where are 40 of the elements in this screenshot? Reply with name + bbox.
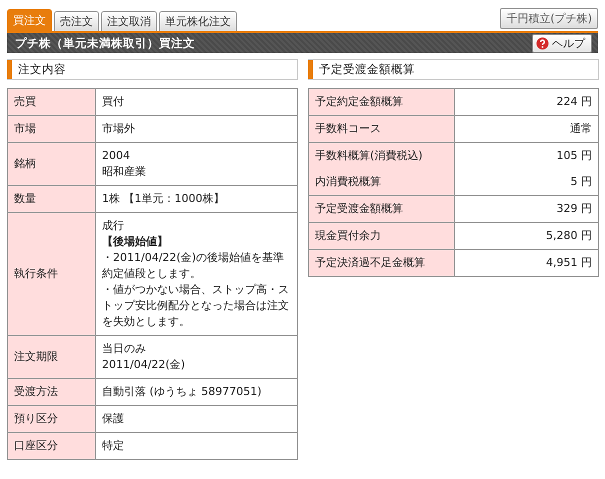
table-cell: 224 円 [454,88,598,116]
section-title: 予定受渡金額概算 [319,62,415,77]
help-button[interactable]: ヘルプ [532,34,592,52]
table-cell: 預り区分 [8,406,96,432]
table-cell: 手数料概算(消費税込) [308,142,454,169]
table-cell: 現金買付余力 [308,222,454,250]
table-cell: 市場 [8,116,96,142]
table-cell: 1株 【1単元：1000株】 [96,186,298,212]
table-cell: 手数料コース [308,116,454,142]
table-cell: 5 円 [454,169,598,196]
table-cell: 予定受渡金額概算 [308,196,454,222]
tab[interactable]: 注文取消 [101,11,157,31]
table-cell: 市場外 [96,116,298,142]
table-cell: 執行条件 [8,212,96,336]
table-cell: 329 円 [454,196,598,222]
page-title: プチ株（単元未満株取引）買注文 [15,36,195,50]
table-cell: 口座区分 [8,432,96,460]
table-cell: 注文期限 [8,336,96,378]
tab[interactable]: 単元株化注文 [159,11,237,31]
table-cell: 特定 [96,432,298,460]
help-icon [536,36,549,50]
table-cell: 数量 [8,186,96,212]
table-cell: 4,951 円 [454,250,598,276]
tab[interactable]: 売注文 [54,11,99,31]
table-cell: 売買 [8,88,96,116]
savings-button[interactable]: 千円積立(プチ株) [500,8,598,29]
table-cell: 銘柄 [8,142,96,186]
table-cell: 内消費税概算 [308,169,454,196]
table-cell: 買付 [96,88,298,116]
table-cell: 予定決済過不足金概算 [308,250,454,276]
table-cell: 予定約定金額概算 [308,88,454,116]
table-cell: 5,280 円 [454,222,598,250]
table-cell: 当日のみ 2011/04/22(金) [96,336,298,378]
table-cell: 受渡方法 [8,378,96,406]
section-title: 注文内容 [18,62,66,77]
table-cell: 2004 昭和産業 [96,142,298,186]
table-cell: 成行 【後場始値】 ・2011/04/22(金)の後場始値を基準約定値段とします。 ・値がつかない場合、ストップ高・ストップ安比例配分となった場合は注文を失効とします。 [96,212,298,336]
table-cell: 保護 [96,406,298,432]
table-cell: 自動引落 (ゆうちょ 58977051) [96,378,298,406]
table-cell: 通常 [454,116,598,142]
